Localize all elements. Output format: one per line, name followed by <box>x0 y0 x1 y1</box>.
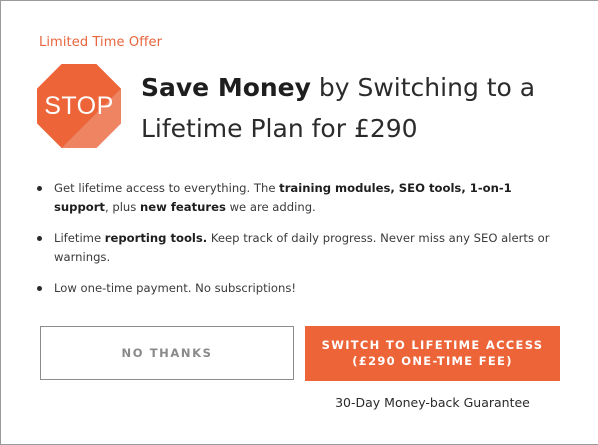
benefit-text: , plus <box>104 200 141 214</box>
benefit-text-bold: new features <box>140 200 226 214</box>
list-item: Low one-time payment. No subscriptions! <box>37 279 567 298</box>
stop-sign-icon: STOP <box>37 64 121 148</box>
benefit-text-bold: reporting tools. <box>104 231 208 245</box>
benefits-list: Get lifetime access to everything. The t… <box>37 179 567 310</box>
switch-button-line-2: (£290 ONE-TIME FEE) <box>352 354 513 368</box>
benefit-text: Low one-time payment. No subscriptions! <box>54 281 297 295</box>
list-item: Lifetime reporting tools. Keep track of … <box>37 229 567 267</box>
benefit-text: Get lifetime access to everything. The <box>54 181 280 195</box>
bullet-icon <box>37 286 42 291</box>
no-thanks-button[interactable]: NO THANKS <box>40 326 294 380</box>
benefit-text: Lifetime <box>54 231 105 245</box>
lifetime-offer-modal: Limited Time Offer STOP Save Money by Sw… <box>0 0 598 445</box>
offer-eyebrow: Limited Time Offer <box>39 35 163 50</box>
headline-emphasis: Save Money <box>141 73 311 102</box>
bullet-icon <box>37 236 42 241</box>
list-item: Get lifetime access to everything. The t… <box>37 179 567 217</box>
offer-headline: Save Money by Switching to a Lifetime Pl… <box>141 67 581 149</box>
benefit-text: we are adding. <box>225 200 316 214</box>
switch-button-line-1: SWITCH TO LIFETIME ACCESS <box>321 338 544 352</box>
bullet-icon <box>37 186 42 191</box>
switch-to-lifetime-button[interactable]: SWITCH TO LIFETIME ACCESS (£290 ONE-TIME… <box>305 326 560 381</box>
stop-sign-label: STOP <box>44 92 114 120</box>
money-back-guarantee: 30-Day Money-back Guarantee <box>335 395 530 410</box>
